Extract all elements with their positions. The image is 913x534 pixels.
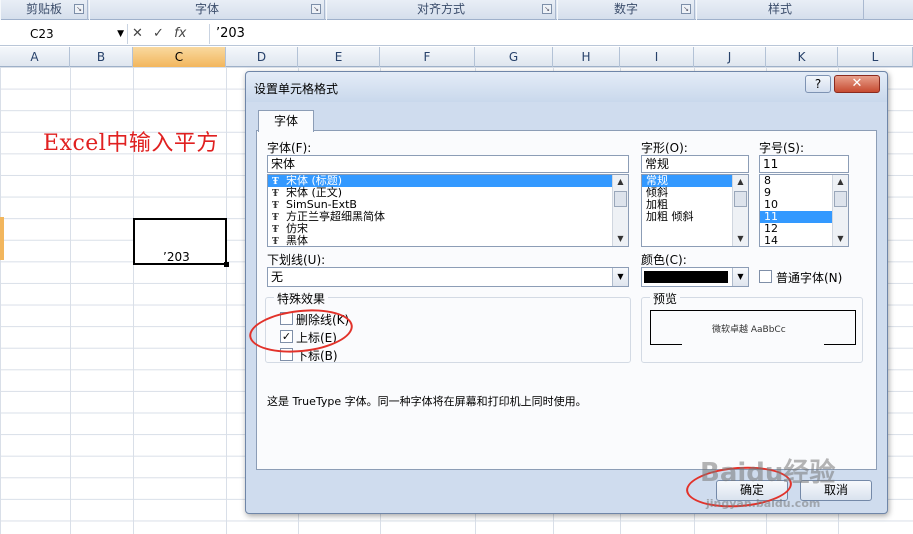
- preview-group-label: 预览: [650, 290, 681, 307]
- preview-text: 微软卓越 AaBbCc: [712, 325, 786, 335]
- color-label: 颜色(C):: [641, 253, 687, 267]
- tab-font[interactable]: 字体: [258, 110, 314, 132]
- normal-font-label: 普通字体(N): [776, 271, 843, 285]
- scroll-up-icon[interactable]: ▲: [613, 175, 628, 189]
- column-header-c[interactable]: C: [133, 47, 226, 67]
- column-header-b[interactable]: B: [70, 47, 133, 67]
- font-list-item[interactable]: Ŧ 黑体: [268, 235, 628, 247]
- baidu-watermark-url: jingyan.baidu.com: [706, 497, 821, 510]
- truetype-icon: Ŧ: [272, 237, 279, 247]
- column-headers: A B C D E F G H I J K L: [0, 47, 913, 67]
- font-label: 字体(F):: [267, 141, 312, 155]
- underline-value: 无: [271, 270, 284, 284]
- dialog-title: 设置单元格格式: [254, 82, 339, 96]
- column-header-f[interactable]: F: [380, 47, 475, 67]
- scroll-down-icon[interactable]: ▼: [733, 232, 748, 246]
- column-header-i[interactable]: I: [620, 47, 694, 67]
- underline-select[interactable]: 无 ▼: [267, 267, 629, 287]
- dialog-launcher-icon[interactable]: ↘: [74, 4, 84, 14]
- ribbon-group-clipboard: 剪贴板 ↘: [0, 0, 88, 20]
- dialog-launcher-icon[interactable]: ↘: [681, 4, 691, 14]
- font-style-list[interactable]: 常规 倾斜 加粗 加粗 倾斜 ▲ ▼: [641, 174, 749, 247]
- column-header-k[interactable]: K: [766, 47, 838, 67]
- underline-label: 下划线(U):: [267, 253, 326, 267]
- chevron-down-icon[interactable]: ▼: [612, 268, 628, 286]
- font-list[interactable]: Ŧ 宋体 (标题) Ŧ 宋体 (正文) Ŧ SimSun-ExtB Ŧ 方正兰亭超细黑简…: [267, 174, 629, 247]
- font-tab-panel: 字体(F): 宋体 Ŧ 宋体 (标题) Ŧ 宋体 (正文) Ŧ SimSun-ExtB…: [256, 130, 877, 470]
- ribbon-group-styles: 样式: [696, 0, 864, 20]
- column-header-d[interactable]: D: [226, 47, 298, 67]
- chevron-down-icon[interactable]: ▼: [732, 268, 748, 286]
- preview-baseline-left: [650, 344, 682, 345]
- active-cell-value: ’203: [163, 250, 190, 264]
- column-header-j[interactable]: J: [694, 47, 766, 67]
- color-swatch: [644, 271, 728, 283]
- normal-font-checkbox[interactable]: [759, 270, 772, 283]
- name-box[interactable]: C23 ▼: [0, 24, 128, 44]
- effects-group-label: 特殊效果: [274, 290, 329, 307]
- ribbon-group-label: 字体: [194, 2, 219, 16]
- dialog-title-bar[interactable]: 设置单元格格式 ? ✕: [246, 72, 887, 102]
- baidu-watermark-logo: Baidu经验: [700, 458, 836, 488]
- scroll-up-icon[interactable]: ▲: [733, 175, 748, 189]
- truetype-info-text: 这是 TrueType 字体。同一种字体将在屏幕和打印机上同时使用。: [267, 395, 587, 408]
- font-list-item[interactable]: Ŧ 仿宋: [268, 223, 628, 236]
- close-button[interactable]: ✕: [834, 75, 880, 93]
- active-cell[interactable]: ’203: [133, 218, 229, 267]
- name-box-value: C23: [30, 27, 54, 41]
- dialog-launcher-icon[interactable]: ↘: [311, 4, 321, 14]
- ribbon-group-label: 数字: [613, 2, 638, 16]
- help-button[interactable]: ?: [805, 75, 831, 93]
- ribbon-group-bar: 剪贴板 ↘ 字体 ↘ 对齐方式 ↘ 数字 ↘ 样式: [0, 0, 913, 20]
- column-header-h[interactable]: H: [553, 47, 620, 67]
- formula-input[interactable]: ’203: [216, 24, 245, 44]
- font-style-scrollbar[interactable]: ▲ ▼: [732, 175, 748, 246]
- column-header-l[interactable]: L: [838, 47, 913, 67]
- fill-handle[interactable]: [224, 262, 229, 267]
- dialog-launcher-icon[interactable]: ↘: [542, 4, 552, 14]
- preview-frame-left: [650, 310, 651, 344]
- column-header-a[interactable]: A: [0, 47, 70, 67]
- font-style-label: 字形(O):: [641, 141, 688, 155]
- enter-entry-icon[interactable]: ✓: [153, 26, 164, 41]
- font-size-input[interactable]: 11: [759, 155, 849, 173]
- font-size-label: 字号(S):: [759, 141, 805, 155]
- preview-frame-top: [650, 310, 856, 311]
- preview-frame-right: [855, 310, 856, 344]
- formula-bar: C23 ▼ ✕ ✓ fx ’203: [0, 22, 913, 46]
- ribbon-group-font: 字体 ↘: [89, 0, 325, 20]
- ribbon-group-label: 对齐方式: [416, 2, 465, 16]
- font-list-scrollbar[interactable]: ▲ ▼: [612, 175, 628, 246]
- font-size-list[interactable]: 8 9 10 11 12 14 ▲ ▼: [759, 174, 849, 247]
- font-size-scrollbar[interactable]: ▲ ▼: [832, 175, 848, 246]
- insert-function-icon[interactable]: fx: [174, 26, 186, 41]
- scroll-up-icon[interactable]: ▲: [833, 175, 848, 189]
- color-select[interactable]: ▼: [641, 267, 749, 287]
- scroll-thumb[interactable]: [834, 191, 847, 207]
- font-style-input[interactable]: 常规: [641, 155, 749, 173]
- font-input[interactable]: 宋体: [267, 155, 629, 173]
- cancel-entry-icon[interactable]: ✕: [132, 26, 143, 41]
- ribbon-group-number: 数字 ↘: [557, 0, 695, 20]
- ribbon-group-alignment: 对齐方式 ↘: [326, 0, 556, 20]
- scroll-thumb[interactable]: [734, 191, 747, 207]
- scroll-down-icon[interactable]: ▼: [833, 232, 848, 246]
- ribbon-group-label: 剪贴板: [25, 2, 62, 16]
- ribbon-group-label: 样式: [767, 2, 792, 16]
- font-list-item[interactable]: Ŧ 方正兰亭超细黑简体: [268, 211, 628, 224]
- preview-group: 预览 微软卓越 AaBbCc: [641, 290, 863, 363]
- column-header-e[interactable]: E: [298, 47, 380, 67]
- sheet-title-text: Excel中输入平方: [43, 131, 219, 156]
- chevron-down-icon[interactable]: ▼: [117, 24, 124, 44]
- preview-baseline-right: [824, 344, 856, 345]
- column-header-g[interactable]: G: [475, 47, 553, 67]
- row-selection-marker: [0, 217, 4, 260]
- scroll-down-icon[interactable]: ▼: [613, 232, 628, 246]
- grid-line: [226, 67, 227, 534]
- scroll-thumb[interactable]: [614, 191, 627, 207]
- format-cells-dialog: 设置单元格格式 ? ✕ 字体 字体(F): 宋体 Ŧ 宋体 (标题) Ŧ 宋体 (正…: [245, 71, 888, 514]
- formula-buttons: ✕ ✓ fx: [132, 24, 210, 44]
